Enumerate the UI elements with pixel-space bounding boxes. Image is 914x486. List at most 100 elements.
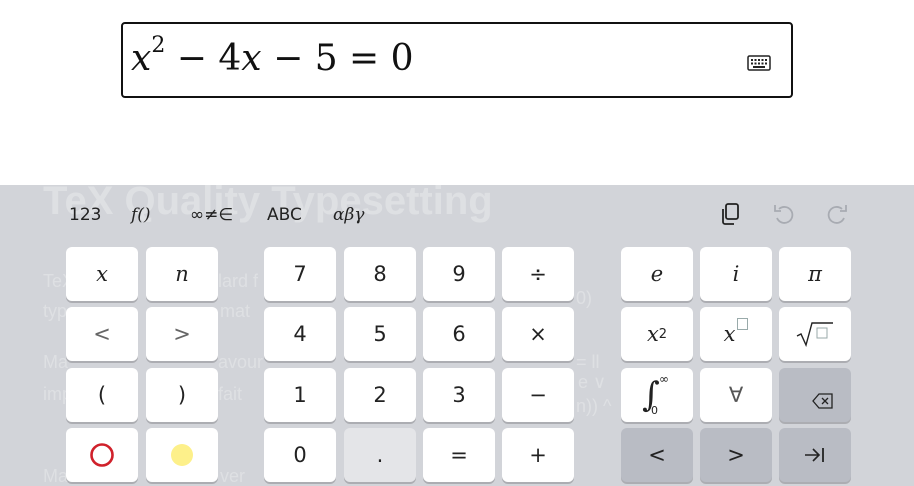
key-greater-than[interactable]: > xyxy=(146,307,218,361)
key-label: ∀ xyxy=(728,383,744,407)
key-label: 0 xyxy=(293,443,307,467)
key-label: 6 xyxy=(452,322,466,346)
key-exponent: 2 xyxy=(658,326,668,342)
key-9[interactable]: 9 xyxy=(423,247,495,301)
placeholder-box-icon xyxy=(737,318,749,330)
copy-icon[interactable] xyxy=(718,201,744,227)
key-forall[interactable]: ∀ xyxy=(700,368,772,422)
expr-equals: = xyxy=(349,38,380,79)
key-label: = xyxy=(450,443,468,467)
key-plus[interactable]: + xyxy=(502,428,574,482)
key-label: > xyxy=(173,322,191,346)
tab-functions[interactable]: f() xyxy=(131,205,151,225)
key-label: 3 xyxy=(452,383,466,407)
key-label: > xyxy=(727,443,745,467)
key-divide[interactable]: ÷ xyxy=(502,247,574,301)
key-7[interactable]: 7 xyxy=(264,247,336,301)
key-e[interactable]: e xyxy=(621,247,693,301)
key-label: × xyxy=(529,322,547,346)
key-label: 2 xyxy=(373,383,387,407)
integral-lower: 0 xyxy=(651,404,658,417)
key-label: x xyxy=(646,322,659,346)
expr-minus-1: − xyxy=(176,38,207,79)
key-power[interactable]: x xyxy=(700,307,772,361)
key-4[interactable]: 4 xyxy=(264,307,336,361)
key-integral[interactable]: ∫ ∞ 0 xyxy=(621,368,693,422)
background-doc-text: ver xyxy=(220,466,246,486)
background-doc-text: 0) xyxy=(576,288,593,308)
expr-exponent: 2 xyxy=(151,33,166,58)
key-3[interactable]: 3 xyxy=(423,368,495,422)
key-label: < xyxy=(93,322,111,346)
integral-upper: ∞ xyxy=(659,372,669,386)
key-left-paren[interactable]: ( xyxy=(66,368,138,422)
red-circle-icon xyxy=(90,443,114,467)
expr-coefficient: 4 xyxy=(218,38,242,79)
key-x[interactable]: x xyxy=(66,247,138,301)
key-pi[interactable]: π xyxy=(779,247,851,301)
math-expression: x2 − 4x − 5 = 0 xyxy=(131,35,414,80)
key-move-left[interactable]: < xyxy=(621,428,693,482)
key-5[interactable]: 5 xyxy=(344,307,416,361)
key-minus[interactable]: − xyxy=(502,368,574,422)
key-label: ÷ xyxy=(529,262,547,286)
math-input-field[interactable]: x2 − 4x − 5 = 0 xyxy=(121,22,793,98)
background-doc-text: = ll xyxy=(576,352,600,372)
key-i[interactable]: i xyxy=(700,247,772,301)
key-label: 7 xyxy=(293,262,307,286)
tab-greek[interactable]: αβγ xyxy=(333,205,364,225)
undo-icon[interactable] xyxy=(771,201,797,227)
key-less-than[interactable]: < xyxy=(66,307,138,361)
virtual-math-keyboard: TeX Quality Typesetting TeX lard f type … xyxy=(0,185,914,486)
key-label: ( xyxy=(97,383,107,407)
background-doc-text: fait xyxy=(218,384,243,404)
yellow-dot-icon xyxy=(171,444,193,466)
keyboard-icon[interactable] xyxy=(747,54,771,72)
background-doc-text: avour xyxy=(218,352,264,372)
key-decimal-point[interactable]: . xyxy=(344,428,416,482)
key-label: x xyxy=(96,262,108,286)
key-square[interactable]: x2 xyxy=(621,307,693,361)
key-label: π xyxy=(808,262,822,286)
key-label: + xyxy=(529,443,547,467)
key-8[interactable]: 8 xyxy=(344,247,416,301)
tab-alphabetic[interactable]: ABC xyxy=(267,205,302,225)
key-label: 9 xyxy=(452,262,466,286)
key-n[interactable]: n xyxy=(146,247,218,301)
key-label: 8 xyxy=(373,262,387,286)
square-root-icon xyxy=(796,322,833,347)
expr-constant: 5 xyxy=(314,38,338,79)
key-label: 4 xyxy=(293,322,307,346)
redo-icon[interactable] xyxy=(824,201,850,227)
key-backspace[interactable] xyxy=(779,368,851,422)
key-multiply[interactable]: × xyxy=(502,307,574,361)
key-square-root[interactable] xyxy=(779,307,851,361)
background-doc-text: lard f xyxy=(218,271,259,291)
key-equals[interactable]: = xyxy=(423,428,495,482)
key-2[interactable]: 2 xyxy=(344,368,416,422)
key-1[interactable]: 1 xyxy=(264,368,336,422)
background-doc-text: e ∨ xyxy=(578,372,607,392)
key-label: < xyxy=(648,443,666,467)
key-shape-dot[interactable] xyxy=(146,428,218,482)
key-label: 5 xyxy=(373,322,387,346)
tab-numeric[interactable]: 123 xyxy=(69,205,101,225)
background-doc-text: n)) ^ xyxy=(576,396,612,416)
tab-arrow-icon xyxy=(805,448,824,462)
key-shape-circle[interactable] xyxy=(66,428,138,482)
key-label: . xyxy=(376,443,384,467)
expr-minus-2: − xyxy=(273,38,304,79)
key-right-paren[interactable]: ) xyxy=(146,368,218,422)
background-doc-text: Ma xyxy=(43,352,69,372)
key-move-right[interactable]: > xyxy=(700,428,772,482)
expr-variable-2: x xyxy=(241,38,262,79)
tab-symbols[interactable]: ∞≠∈ xyxy=(190,205,233,225)
key-label: n xyxy=(175,262,189,286)
background-doc-text: mat xyxy=(220,301,251,321)
expr-rhs: 0 xyxy=(390,38,414,79)
background-doc-text: Ma xyxy=(43,466,69,486)
key-6[interactable]: 6 xyxy=(423,307,495,361)
key-tab[interactable] xyxy=(779,428,851,482)
expr-variable: x xyxy=(131,38,152,79)
key-0[interactable]: 0 xyxy=(264,428,336,482)
